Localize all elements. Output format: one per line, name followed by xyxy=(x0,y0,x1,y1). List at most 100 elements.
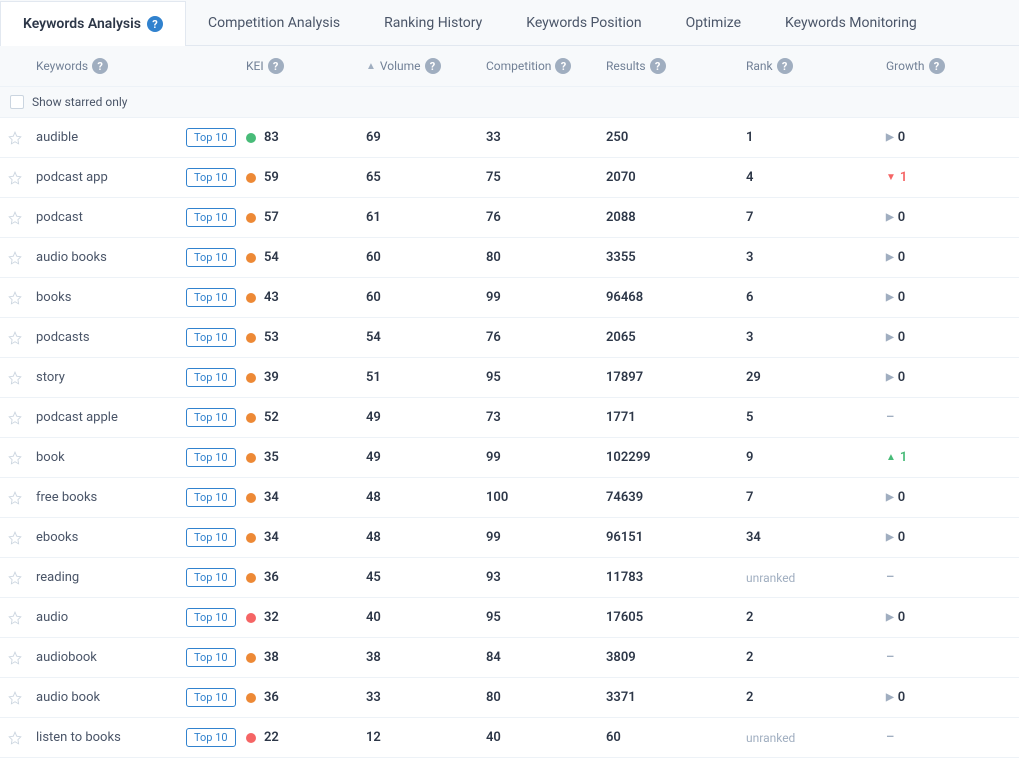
star-icon[interactable] xyxy=(8,131,22,145)
kei-cell: 39 xyxy=(246,370,366,385)
keyword-cell: audio xyxy=(36,610,186,625)
star-icon[interactable] xyxy=(8,251,22,265)
tab-optimize[interactable]: Optimize xyxy=(664,0,763,45)
competition-cell: 95 xyxy=(486,610,606,625)
keyword-cell: story xyxy=(36,370,186,385)
table-row: audioTop 10324095176052▶0History xyxy=(0,598,1019,638)
help-icon[interactable]: ? xyxy=(147,16,163,32)
kei-cell: 22 xyxy=(246,730,366,745)
col-results[interactable]: Results ? xyxy=(606,58,746,74)
competition-cell: 95 xyxy=(486,370,606,385)
star-icon[interactable] xyxy=(8,531,22,545)
help-icon[interactable]: ? xyxy=(777,58,793,74)
top10-button[interactable]: Top 10 xyxy=(186,448,236,467)
top10-button[interactable]: Top 10 xyxy=(186,688,236,707)
keyword-cell: podcasts xyxy=(36,330,186,345)
kei-cell: 34 xyxy=(246,490,366,505)
star-icon[interactable] xyxy=(8,371,22,385)
help-icon[interactable]: ? xyxy=(425,58,441,74)
table-row: podcast appleTop 1052497317715–History xyxy=(0,398,1019,438)
keyword-cell: audio books xyxy=(36,250,186,265)
table-row: booksTop 10436099964686▶0History xyxy=(0,278,1019,318)
star-icon[interactable] xyxy=(8,491,22,505)
top10-button[interactable]: Top 10 xyxy=(186,488,236,507)
show-starred-checkbox[interactable] xyxy=(10,95,24,109)
kei-cell: 53 xyxy=(246,330,366,345)
growth-arrow-icon: ▶ xyxy=(886,492,894,503)
growth-arrow-icon: ▶ xyxy=(886,332,894,343)
star-icon[interactable] xyxy=(8,451,22,465)
results-cell: 96151 xyxy=(606,530,746,545)
kei-cell: 36 xyxy=(246,690,366,705)
top10-button[interactable]: Top 10 xyxy=(186,368,236,387)
tab-competition-analysis[interactable]: Competition Analysis xyxy=(186,0,362,45)
growth-arrow-icon: ▶ xyxy=(886,292,894,303)
growth-cell: – xyxy=(886,650,1019,665)
top10-button[interactable]: Top 10 xyxy=(186,608,236,627)
top10-button[interactable]: Top 10 xyxy=(186,728,236,747)
star-icon[interactable] xyxy=(8,611,22,625)
top10-button[interactable]: Top 10 xyxy=(186,568,236,587)
kei-dot-icon xyxy=(246,373,256,383)
star-icon[interactable] xyxy=(8,291,22,305)
top10-button[interactable]: Top 10 xyxy=(186,648,236,667)
col-growth[interactable]: Growth ? xyxy=(886,58,1019,74)
starred-filter-row: Show starred only xyxy=(0,87,1019,118)
star-icon[interactable] xyxy=(8,731,22,745)
rank-cell: 2 xyxy=(746,650,886,665)
col-competition[interactable]: Competition ? xyxy=(486,58,606,74)
help-icon[interactable]: ? xyxy=(650,58,666,74)
rank-cell: unranked xyxy=(746,571,886,585)
col-keywords[interactable]: Keywords ? xyxy=(36,58,186,74)
results-cell: 2065 xyxy=(606,330,746,345)
col-volume[interactable]: ▲ Volume ? xyxy=(366,58,486,74)
star-icon[interactable] xyxy=(8,211,22,225)
help-icon[interactable]: ? xyxy=(268,58,284,74)
tab-keywords-position[interactable]: Keywords Position xyxy=(504,0,663,45)
tab-label: Keywords Monitoring xyxy=(785,15,917,31)
top10-button[interactable]: Top 10 xyxy=(186,128,236,147)
table-row: audibleTop 108369332501▶0History xyxy=(0,118,1019,158)
growth-cell: ▶0 xyxy=(886,130,1019,145)
help-icon[interactable]: ? xyxy=(555,58,571,74)
top10-button[interactable]: Top 10 xyxy=(186,248,236,267)
growth-cell: ▶0 xyxy=(886,330,1019,345)
sort-arrow-up-icon: ▲ xyxy=(366,61,376,72)
star-icon[interactable] xyxy=(8,691,22,705)
tab-keywords-monitoring[interactable]: Keywords Monitoring xyxy=(763,0,939,45)
top10-button[interactable]: Top 10 xyxy=(186,528,236,547)
results-cell: 3371 xyxy=(606,690,746,705)
top10-button[interactable]: Top 10 xyxy=(186,288,236,307)
col-rank[interactable]: Rank ? xyxy=(746,58,886,74)
kei-cell: 32 xyxy=(246,610,366,625)
results-cell: 3809 xyxy=(606,650,746,665)
results-cell: 17897 xyxy=(606,370,746,385)
star-icon[interactable] xyxy=(8,411,22,425)
competition-cell: 40 xyxy=(486,730,606,745)
col-kei[interactable]: KEI ? xyxy=(246,58,366,74)
top10-button[interactable]: Top 10 xyxy=(186,328,236,347)
kei-cell: 57 xyxy=(246,210,366,225)
competition-cell: 93 xyxy=(486,570,606,585)
tab-ranking-history[interactable]: Ranking History xyxy=(362,0,504,45)
top10-button[interactable]: Top 10 xyxy=(186,408,236,427)
rank-cell: 7 xyxy=(746,210,886,225)
kei-dot-icon xyxy=(246,493,256,503)
top10-button[interactable]: Top 10 xyxy=(186,208,236,227)
star-icon[interactable] xyxy=(8,571,22,585)
keyword-cell: reading xyxy=(36,570,186,585)
tab-keywords-analysis[interactable]: Keywords Analysis? xyxy=(0,1,186,46)
results-cell: 102299 xyxy=(606,450,746,465)
results-cell: 2070 xyxy=(606,170,746,185)
kei-dot-icon xyxy=(246,693,256,703)
help-icon[interactable]: ? xyxy=(929,58,945,74)
results-cell: 96468 xyxy=(606,290,746,305)
volume-cell: 60 xyxy=(366,290,486,305)
star-icon[interactable] xyxy=(8,651,22,665)
help-icon[interactable]: ? xyxy=(92,58,108,74)
star-icon[interactable] xyxy=(8,171,22,185)
volume-cell: 49 xyxy=(366,450,486,465)
star-icon[interactable] xyxy=(8,331,22,345)
table-row: podcastsTop 1053547620653▶0History xyxy=(0,318,1019,358)
top10-button[interactable]: Top 10 xyxy=(186,168,236,187)
